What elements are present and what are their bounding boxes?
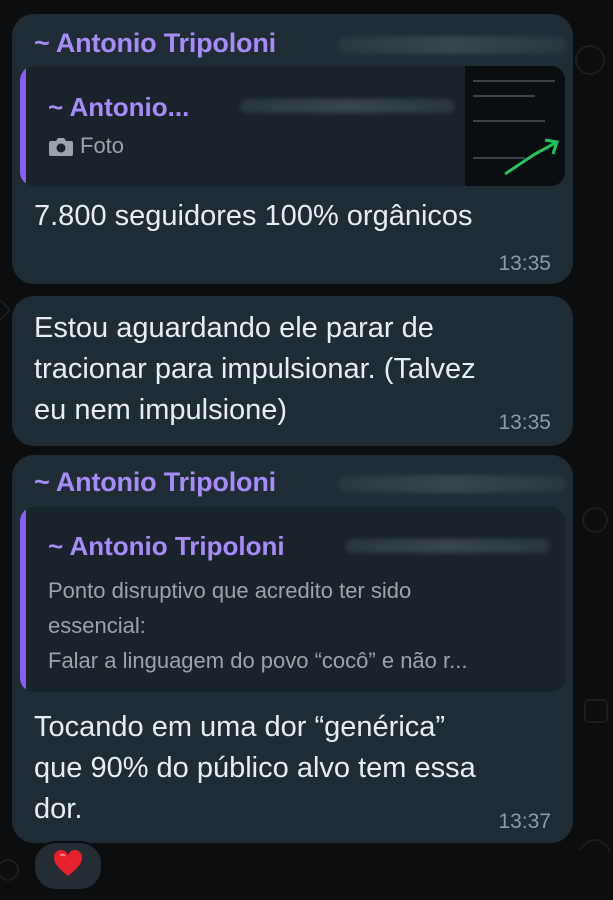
quote-accent-bar [20, 66, 26, 186]
message-bubble[interactable]: Estou aguardando ele parar de tracionar … [12, 296, 573, 446]
redacted-phone-number [337, 475, 567, 493]
message-text-line: eu nem impulsione) [34, 394, 288, 426]
message-text-line: dor. [34, 793, 83, 825]
message-timestamp: 13:35 [498, 252, 551, 275]
sender-name[interactable]: ~ Antonio Tripoloni [34, 28, 276, 59]
redacted-phone-number [345, 539, 550, 553]
redacted-phone-number [337, 36, 567, 54]
message-timestamp: 13:37 [498, 810, 551, 833]
media-label: Foto [80, 133, 125, 158]
message-bubble[interactable]: ~ Antonio Tripoloni ~ Antonio Tripoloni … [12, 455, 573, 843]
message-bubble[interactable]: ~ Antonio Tripoloni ~ Antonio... Foto 7.… [12, 14, 573, 284]
quote-accent-bar [20, 507, 26, 692]
message-text-line: Tocando em uma dor “genérica” [34, 711, 446, 743]
sender-name[interactable]: ~ Antonio Tripoloni [34, 467, 276, 498]
quoted-message[interactable]: ~ Antonio Tripoloni Ponto disruptivo que… [20, 507, 565, 692]
quote-sender-name: ~ Antonio... [48, 92, 190, 122]
quote-preview-line: Ponto disruptivo que acredito ter sido [48, 578, 412, 603]
message-text-line: tracionar para impulsionar. (Talvez [34, 353, 476, 385]
message-text: Tocando em uma dor “genérica” que 90% do… [34, 707, 476, 830]
message-text: Estou aguardando ele parar de tracionar … [34, 308, 476, 431]
camera-icon [48, 136, 74, 163]
photo-thumbnail[interactable] [465, 66, 565, 186]
message-text-line: Estou aguardando ele parar de [34, 312, 434, 344]
reaction-badge[interactable] [33, 841, 103, 891]
message-text: 7.800 seguidores 100% orgânicos [34, 200, 473, 232]
message-timestamp: 13:35 [498, 411, 551, 434]
message-text-line: que 90% do público alvo tem essa [34, 752, 476, 784]
quote-preview-line: Falar a linguagem do povo “cocô” e não r… [48, 648, 468, 673]
quote-sender-name: ~ Antonio Tripoloni [48, 531, 285, 561]
heart-icon [53, 849, 83, 883]
quoted-message[interactable]: ~ Antonio... Foto [20, 66, 565, 186]
quote-preview-line: essencial: [48, 613, 146, 638]
redacted-phone-number [240, 99, 455, 113]
quote-preview-text: Ponto disruptivo que acredito ter sido e… [48, 573, 467, 678]
